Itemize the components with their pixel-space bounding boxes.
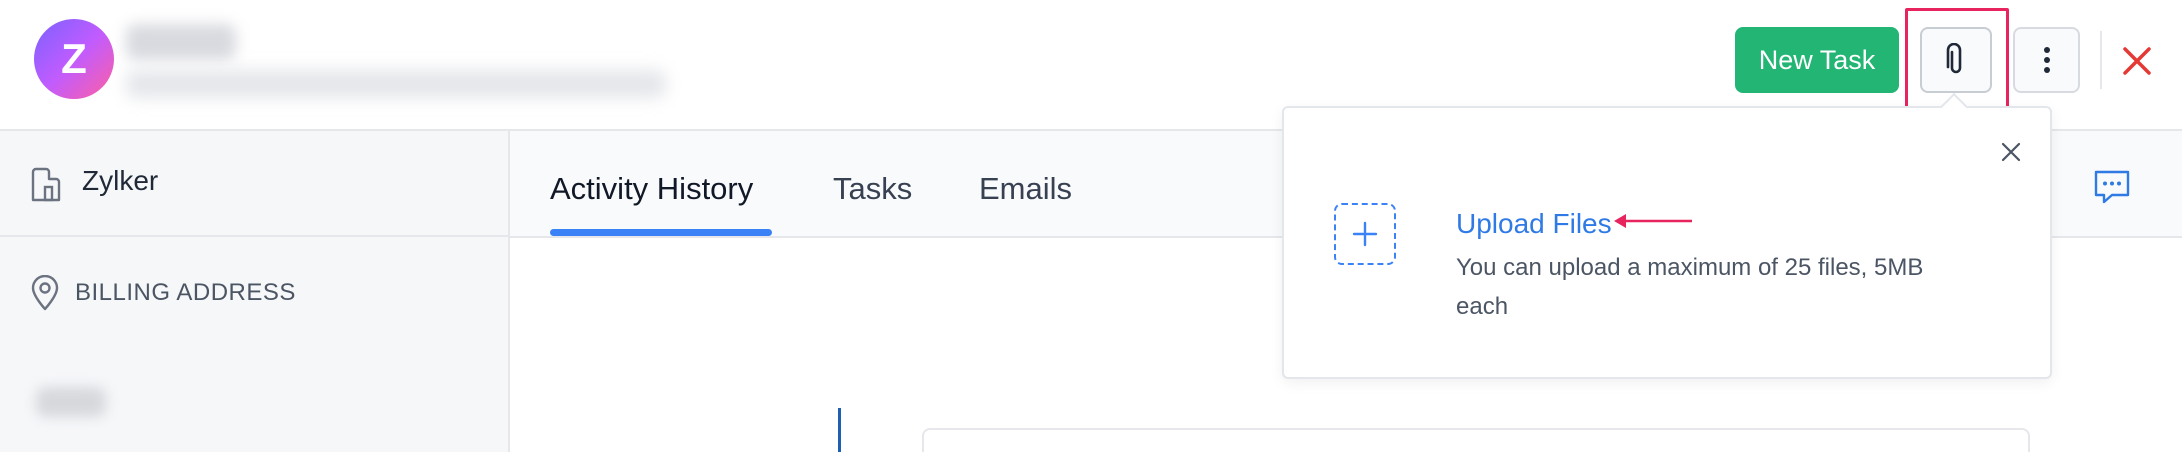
redacted-address-value xyxy=(36,387,106,417)
paperclip-icon xyxy=(1946,43,1962,74)
organization-row[interactable]: Zylker xyxy=(0,131,508,237)
attach-files-button[interactable] xyxy=(1920,27,1992,93)
upload-files-link[interactable]: Upload Files xyxy=(1456,208,1612,240)
tab-tasks[interactable]: Tasks xyxy=(833,171,912,207)
activity-card xyxy=(922,428,2030,452)
upload-description: You can upload a maximum of 25 files, 5M… xyxy=(1456,254,1924,320)
tab-emails[interactable]: Emails xyxy=(979,171,1072,207)
annotation-arrow-icon xyxy=(1614,214,1692,228)
close-icon xyxy=(2123,47,2151,75)
comment-icon[interactable] xyxy=(2092,167,2132,207)
new-task-button[interactable]: New Task xyxy=(1735,27,1899,93)
tab-activity-history[interactable]: Activity History xyxy=(550,171,753,207)
close-record-button[interactable] xyxy=(2117,41,2157,81)
upload-popover: Upload Files You can upload a maximum of… xyxy=(1282,92,2052,379)
billing-address-label: BILLING ADDRESS xyxy=(75,279,296,306)
avatar: Z xyxy=(34,19,114,99)
redacted-record-name xyxy=(126,24,236,60)
upload-dropzone[interactable] xyxy=(1334,203,1396,265)
organization-name: Zylker xyxy=(82,165,159,196)
close-icon xyxy=(2001,142,2021,162)
redacted-record-details xyxy=(126,70,666,98)
record-sidebar: Zylker BILLING ADDRESS xyxy=(0,131,510,452)
header-divider xyxy=(2100,31,2102,89)
timeline-line xyxy=(838,408,841,452)
new-task-label: New Task xyxy=(1758,44,1876,75)
active-tab-indicator xyxy=(550,229,772,236)
avatar-letter: Z xyxy=(61,35,87,82)
more-options-button[interactable] xyxy=(2013,27,2080,93)
location-pin-icon xyxy=(31,275,59,311)
building-icon xyxy=(31,167,61,202)
vertical-dots-icon xyxy=(2043,47,2050,73)
popover-close-button[interactable] xyxy=(1997,138,2025,166)
plus-icon xyxy=(1352,221,1378,247)
